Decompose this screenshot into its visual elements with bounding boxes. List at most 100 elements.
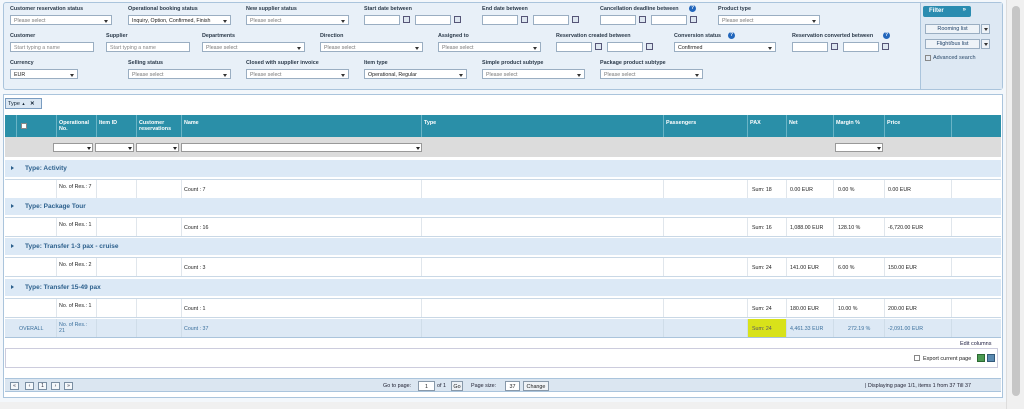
prev-page-button[interactable]: ‹: [25, 382, 34, 390]
filter-label: Closed with supplier invoice: [246, 60, 319, 66]
cell-pax: Sum: 24: [748, 258, 787, 276]
calendar-icon[interactable]: [595, 43, 602, 50]
change-button[interactable]: Change: [523, 381, 549, 391]
converted-from-input[interactable]: [792, 42, 828, 52]
last-page-button[interactable]: »: [64, 382, 73, 390]
operational-booking-status-select[interactable]: Inquiry, Option, Confirmed, Finish: [128, 15, 231, 25]
col-operational-no[interactable]: Operational No.: [57, 115, 97, 137]
end-date-from-input[interactable]: [482, 15, 518, 25]
direction-select[interactable]: Please select: [320, 42, 423, 52]
table-row[interactable]: No. of Res.: 1 Count : 1 Sum: 24 180.00 …: [5, 298, 1001, 318]
advanced-search-label[interactable]: Advanced search: [933, 55, 976, 61]
excel-export-icon[interactable]: [977, 354, 985, 362]
calendar-icon[interactable]: [454, 16, 461, 23]
simple-product-subtype-select[interactable]: Please select: [482, 69, 585, 79]
col-net[interactable]: Net: [787, 115, 834, 137]
margin-filter[interactable]: [835, 143, 883, 152]
converted-to-input[interactable]: [843, 42, 879, 52]
calendar-icon[interactable]: [521, 16, 528, 23]
calendar-icon[interactable]: [831, 43, 838, 50]
cell-net-text: 141.00 EUR: [790, 265, 819, 271]
help-icon[interactable]: ?: [689, 5, 696, 12]
page-1-button[interactable]: 1: [38, 382, 47, 390]
rooming-list-button[interactable]: Rooming list: [925, 24, 980, 34]
cell-pax-text: Sum: 18: [752, 187, 772, 193]
help-icon[interactable]: ?: [728, 32, 735, 39]
col-price[interactable]: Price: [885, 115, 952, 137]
rooming-list-dropdown[interactable]: [981, 24, 990, 34]
sort-up-icon[interactable]: ▲: [21, 101, 25, 106]
conversion-status-select[interactable]: Confirmed: [674, 42, 776, 52]
help-icon[interactable]: ?: [883, 32, 890, 39]
calendar-icon[interactable]: [572, 16, 579, 23]
supplier-input[interactable]: Start typing a name: [106, 42, 190, 52]
assigned-to-select[interactable]: Please select: [438, 42, 541, 52]
new-supplier-status-select[interactable]: Please select: [246, 15, 349, 25]
table-row[interactable]: No. of Res.: 1 Count : 16 Sum: 16 1,088.…: [5, 217, 1001, 237]
table-row[interactable]: No. of Res.: 7 Count : 7 Sum: 18 0.00 EU…: [5, 179, 1001, 199]
group-header[interactable]: Type: Transfer 15-49 pax: [5, 279, 1001, 296]
filter-label: Customer: [10, 33, 36, 39]
cell-passengers: [664, 180, 748, 198]
first-page-button[interactable]: «: [10, 382, 19, 390]
col-type[interactable]: Type: [422, 115, 664, 137]
cell-price-text: 200.00 EUR: [888, 306, 917, 312]
group-header[interactable]: Type: Package Tour: [5, 198, 1001, 215]
col-customer-reservations[interactable]: Customer reservations: [137, 115, 182, 137]
col-item-id[interactable]: Item ID: [97, 115, 137, 137]
departments-select[interactable]: Please select: [202, 42, 305, 52]
end-date-to-input[interactable]: [533, 15, 569, 25]
group-header[interactable]: Type: Transfer 1-3 pax - cruise: [5, 238, 1001, 255]
calendar-icon[interactable]: [646, 43, 653, 50]
select-all-checkbox[interactable]: [21, 123, 27, 129]
scrollbar-thumb[interactable]: [1012, 6, 1020, 396]
col-name[interactable]: Name: [182, 115, 422, 137]
calendar-icon[interactable]: [639, 16, 646, 23]
col-margin[interactable]: Margin %: [834, 115, 885, 137]
group-by-chip[interactable]: Type ▲ ✕: [5, 98, 42, 109]
go-button[interactable]: Go: [451, 381, 463, 391]
export-checkbox[interactable]: [914, 355, 920, 361]
item-id-filter[interactable]: [95, 143, 134, 152]
start-date-from-input[interactable]: [364, 15, 400, 25]
edit-columns-link[interactable]: Edit columns: [960, 341, 992, 347]
table-row[interactable]: No. of Res.: 2 Count : 3 Sum: 24 141.00 …: [5, 257, 1001, 277]
filter-label: Departments: [202, 33, 235, 39]
cancellation-from-input[interactable]: [600, 15, 636, 25]
flight-bus-list-button[interactable]: Flight/bus list: [925, 39, 980, 49]
cell-price-text: 150.00 EUR: [888, 265, 917, 271]
close-icon[interactable]: ✕: [30, 101, 35, 107]
col-pax[interactable]: PAX: [748, 115, 787, 137]
col-passengers[interactable]: Passengers: [664, 115, 748, 137]
cell-net-text: 1,088.00 EUR: [790, 225, 824, 231]
customer-input[interactable]: Start typing a name: [10, 42, 94, 52]
start-date-to-input[interactable]: [415, 15, 451, 25]
vertical-scrollbar[interactable]: [1006, 0, 1024, 409]
item-type-select[interactable]: Operational, Regular: [364, 69, 467, 79]
filter-button[interactable]: Filter »: [923, 6, 971, 17]
next-page-button[interactable]: ›: [51, 382, 60, 390]
page-number-input[interactable]: 1: [418, 381, 435, 391]
calendar-icon[interactable]: [403, 16, 410, 23]
currency-select[interactable]: EUR: [10, 69, 78, 79]
filter-label: New supplier status: [246, 6, 297, 12]
export-icon[interactable]: [987, 354, 995, 362]
product-type-select[interactable]: Please select: [718, 15, 820, 25]
advanced-search-checkbox[interactable]: [925, 55, 931, 61]
customer-reservation-status-select[interactable]: Please select: [10, 15, 112, 25]
selling-status-select[interactable]: Please select: [128, 69, 231, 79]
closed-with-invoice-select[interactable]: Please select: [246, 69, 349, 79]
calendar-icon[interactable]: [882, 43, 889, 50]
flight-bus-list-dropdown[interactable]: [981, 39, 990, 49]
calendar-icon[interactable]: [690, 16, 697, 23]
page-size-input[interactable]: 37: [505, 381, 520, 391]
horizontal-scrollbar[interactable]: [0, 402, 1006, 409]
name-filter[interactable]: [181, 143, 422, 152]
group-header[interactable]: Type: Activity: [5, 160, 1001, 177]
operational-no-filter[interactable]: [53, 143, 93, 152]
package-product-subtype-select[interactable]: Please select: [600, 69, 703, 79]
customer-reservations-filter[interactable]: [136, 143, 179, 152]
cancellation-to-input[interactable]: [651, 15, 687, 25]
created-from-input[interactable]: [556, 42, 592, 52]
created-to-input[interactable]: [607, 42, 643, 52]
